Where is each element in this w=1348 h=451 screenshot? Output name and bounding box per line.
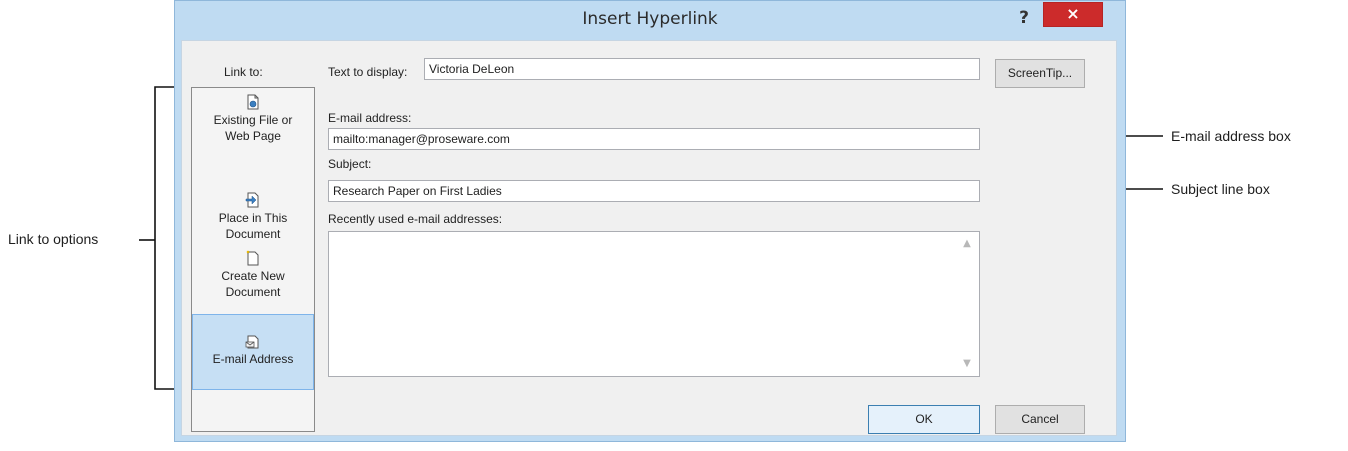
link-to-create-new-document[interactable]: Create New Document bbox=[192, 250, 314, 302]
ok-button[interactable]: OK bbox=[868, 405, 980, 434]
scroll-up-arrow-icon[interactable]: ▲ bbox=[959, 236, 975, 252]
screentip-button[interactable]: ScreenTip... bbox=[995, 59, 1085, 88]
create-new-document-label-line1: Create New bbox=[221, 269, 285, 283]
help-button[interactable]: ? bbox=[1011, 7, 1037, 31]
existing-file-icon bbox=[247, 94, 259, 110]
recent-emails-list[interactable]: ▲ ▼ bbox=[328, 231, 980, 377]
email-address-input[interactable]: mailto:manager@proseware.com bbox=[328, 128, 980, 150]
place-in-document-label-line1: Place in This bbox=[218, 211, 288, 225]
cancel-button[interactable]: Cancel bbox=[995, 405, 1085, 434]
subject-label: Subject: bbox=[328, 157, 372, 171]
existing-file-label-line2: Web Page bbox=[225, 129, 281, 143]
dialog-title: Insert Hyperlink bbox=[582, 9, 718, 29]
create-new-document-icon bbox=[246, 250, 259, 266]
dialog-client-area: Link to: Existing File or Web Page Place… bbox=[181, 40, 1117, 436]
create-new-document-label-line2: Document bbox=[225, 285, 281, 299]
text-to-display-input[interactable]: Victoria DeLeon bbox=[424, 58, 980, 80]
email-address-label: E-mail address: bbox=[328, 111, 412, 125]
email-address-icon bbox=[245, 335, 259, 349]
link-to-label: Link to: bbox=[224, 65, 263, 79]
recent-emails-label: Recently used e-mail addresses: bbox=[328, 212, 503, 226]
scroll-down-arrow-icon[interactable]: ▼ bbox=[959, 356, 975, 372]
place-in-document-icon bbox=[245, 192, 259, 208]
link-to-email-address[interactable]: E-mail Address bbox=[192, 314, 314, 390]
title-bar: Insert Hyperlink ? × bbox=[175, 1, 1125, 38]
existing-file-label-line1: Existing File or bbox=[213, 113, 293, 127]
link-to-existing-file[interactable]: Existing File or Web Page bbox=[192, 94, 314, 154]
insert-hyperlink-dialog: Insert Hyperlink ? × Link to: Existing F… bbox=[174, 0, 1126, 442]
place-in-document-label-line2: Document bbox=[225, 227, 281, 241]
subject-input[interactable]: Research Paper on First Ladies bbox=[328, 180, 980, 202]
link-to-bar: Existing File or Web Page Place in This … bbox=[191, 87, 315, 432]
email-address-item-label: E-mail Address bbox=[212, 352, 294, 366]
text-to-display-label: Text to display: bbox=[328, 65, 408, 79]
close-button[interactable]: × bbox=[1043, 2, 1103, 27]
link-to-place-in-document[interactable]: Place in This Document bbox=[192, 192, 314, 244]
